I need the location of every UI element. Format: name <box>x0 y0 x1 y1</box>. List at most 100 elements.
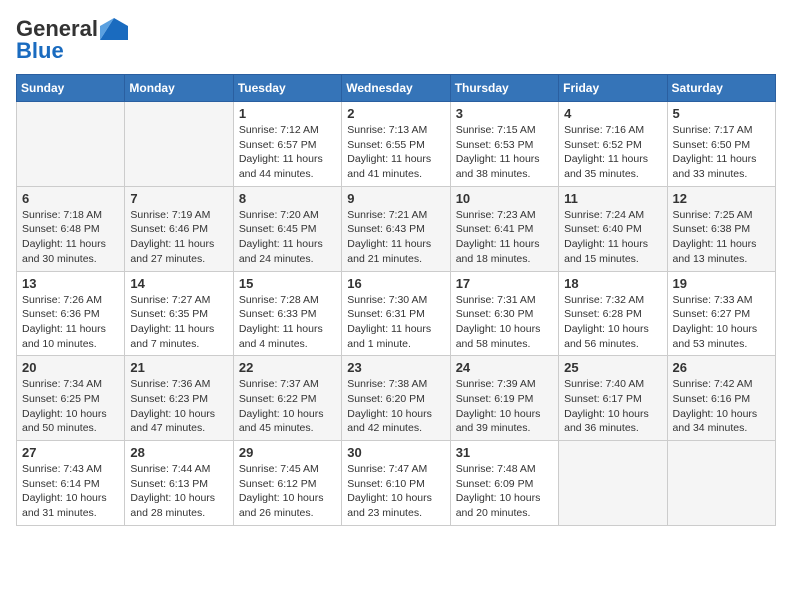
day-number: 24 <box>456 360 553 375</box>
day-number: 19 <box>673 276 770 291</box>
calendar-week-row: 1 Sunrise: 7:12 AMSunset: 6:57 PMDaylight… <box>17 102 776 187</box>
day-number: 17 <box>456 276 553 291</box>
day-number: 31 <box>456 445 553 460</box>
day-info: Sunrise: 7:47 AMSunset: 6:10 PMDaylight:… <box>347 462 444 521</box>
calendar-cell: 15 Sunrise: 7:28 AMSunset: 6:33 PMDayligh… <box>233 271 341 356</box>
calendar-cell: 26 Sunrise: 7:42 AMSunset: 6:16 PMDayligh… <box>667 356 775 441</box>
day-number: 28 <box>130 445 227 460</box>
calendar-cell: 25 Sunrise: 7:40 AMSunset: 6:17 PMDayligh… <box>559 356 667 441</box>
calendar-cell: 5 Sunrise: 7:17 AMSunset: 6:50 PMDaylight… <box>667 102 775 187</box>
day-number: 27 <box>22 445 119 460</box>
calendar-cell: 14 Sunrise: 7:27 AMSunset: 6:35 PMDayligh… <box>125 271 233 356</box>
calendar-cell: 24 Sunrise: 7:39 AMSunset: 6:19 PMDayligh… <box>450 356 558 441</box>
day-info: Sunrise: 7:28 AMSunset: 6:33 PMDaylight:… <box>239 293 336 352</box>
calendar-cell: 7Sunrise: 7:19 AMSunset: 6:46 PMDaylight… <box>125 186 233 271</box>
logo: General Blue <box>16 16 128 64</box>
calendar-cell: 1 Sunrise: 7:12 AMSunset: 6:57 PMDaylight… <box>233 102 341 187</box>
calendar-cell <box>667 441 775 526</box>
calendar-cell: 19 Sunrise: 7:33 AMSunset: 6:27 PMDayligh… <box>667 271 775 356</box>
weekday-header-saturday: Saturday <box>667 75 775 102</box>
day-number: 29 <box>239 445 336 460</box>
day-info: Sunrise: 7:33 AMSunset: 6:27 PMDaylight:… <box>673 293 770 352</box>
calendar-cell: 18 Sunrise: 7:32 AMSunset: 6:28 PMDayligh… <box>559 271 667 356</box>
day-info: Sunrise: 7:13 AMSunset: 6:55 PMDaylight:… <box>347 123 444 182</box>
day-number: 1 <box>239 106 336 121</box>
calendar-week-row: 20 Sunrise: 7:34 AMSunset: 6:25 PMDayligh… <box>17 356 776 441</box>
day-info: Sunrise: 7:20 AMSunset: 6:45 PMDaylight:… <box>239 208 336 267</box>
day-info: Sunrise: 7:30 AMSunset: 6:31 PMDaylight:… <box>347 293 444 352</box>
day-number: 6 <box>22 191 119 206</box>
calendar-week-row: 6Sunrise: 7:18 AMSunset: 6:48 PMDaylight… <box>17 186 776 271</box>
day-info: Sunrise: 7:27 AMSunset: 6:35 PMDaylight:… <box>130 293 227 352</box>
day-number: 15 <box>239 276 336 291</box>
calendar-cell <box>559 441 667 526</box>
day-number: 8 <box>239 191 336 206</box>
day-info: Sunrise: 7:40 AMSunset: 6:17 PMDaylight:… <box>564 377 661 436</box>
day-number: 12 <box>673 191 770 206</box>
day-number: 5 <box>673 106 770 121</box>
calendar-week-row: 13 Sunrise: 7:26 AMSunset: 6:36 PMDayligh… <box>17 271 776 356</box>
day-info: Sunrise: 7:34 AMSunset: 6:25 PMDaylight:… <box>22 377 119 436</box>
calendar-cell: 13 Sunrise: 7:26 AMSunset: 6:36 PMDayligh… <box>17 271 125 356</box>
weekday-header-row: SundayMondayTuesdayWednesdayThursdayFrid… <box>17 75 776 102</box>
day-number: 10 <box>456 191 553 206</box>
calendar-cell: 12 Sunrise: 7:25 AMSunset: 6:38 PMDayligh… <box>667 186 775 271</box>
day-info: Sunrise: 7:43 AMSunset: 6:14 PMDaylight:… <box>22 462 119 521</box>
day-info: Sunrise: 7:24 AMSunset: 6:40 PMDaylight:… <box>564 208 661 267</box>
logo-icon <box>100 18 128 40</box>
day-number: 3 <box>456 106 553 121</box>
calendar-cell: 3 Sunrise: 7:15 AMSunset: 6:53 PMDaylight… <box>450 102 558 187</box>
day-number: 7 <box>130 191 227 206</box>
calendar-cell: 27 Sunrise: 7:43 AMSunset: 6:14 PMDayligh… <box>17 441 125 526</box>
day-info: Sunrise: 7:48 AMSunset: 6:09 PMDaylight:… <box>456 462 553 521</box>
calendar-cell <box>125 102 233 187</box>
calendar-cell: 22 Sunrise: 7:37 AMSunset: 6:22 PMDayligh… <box>233 356 341 441</box>
day-info: Sunrise: 7:36 AMSunset: 6:23 PMDaylight:… <box>130 377 227 436</box>
weekday-header-tuesday: Tuesday <box>233 75 341 102</box>
weekday-header-wednesday: Wednesday <box>342 75 450 102</box>
day-info: Sunrise: 7:39 AMSunset: 6:19 PMDaylight:… <box>456 377 553 436</box>
calendar-week-row: 27 Sunrise: 7:43 AMSunset: 6:14 PMDayligh… <box>17 441 776 526</box>
day-info: Sunrise: 7:26 AMSunset: 6:36 PMDaylight:… <box>22 293 119 352</box>
calendar-cell: 10 Sunrise: 7:23 AMSunset: 6:41 PMDayligh… <box>450 186 558 271</box>
day-info: Sunrise: 7:37 AMSunset: 6:22 PMDaylight:… <box>239 377 336 436</box>
weekday-header-sunday: Sunday <box>17 75 125 102</box>
day-number: 18 <box>564 276 661 291</box>
calendar-cell: 29 Sunrise: 7:45 AMSunset: 6:12 PMDayligh… <box>233 441 341 526</box>
day-info: Sunrise: 7:45 AMSunset: 6:12 PMDaylight:… <box>239 462 336 521</box>
day-number: 14 <box>130 276 227 291</box>
day-info: Sunrise: 7:23 AMSunset: 6:41 PMDaylight:… <box>456 208 553 267</box>
day-info: Sunrise: 7:25 AMSunset: 6:38 PMDaylight:… <box>673 208 770 267</box>
day-info: Sunrise: 7:21 AMSunset: 6:43 PMDaylight:… <box>347 208 444 267</box>
calendar-cell: 20 Sunrise: 7:34 AMSunset: 6:25 PMDayligh… <box>17 356 125 441</box>
day-info: Sunrise: 7:32 AMSunset: 6:28 PMDaylight:… <box>564 293 661 352</box>
calendar-cell: 21Sunrise: 7:36 AMSunset: 6:23 PMDayligh… <box>125 356 233 441</box>
calendar-cell: 4 Sunrise: 7:16 AMSunset: 6:52 PMDaylight… <box>559 102 667 187</box>
day-number: 11 <box>564 191 661 206</box>
day-number: 16 <box>347 276 444 291</box>
day-number: 25 <box>564 360 661 375</box>
calendar-cell: 11 Sunrise: 7:24 AMSunset: 6:40 PMDayligh… <box>559 186 667 271</box>
day-number: 4 <box>564 106 661 121</box>
page-header: General Blue <box>16 16 776 64</box>
day-number: 26 <box>673 360 770 375</box>
day-info: Sunrise: 7:15 AMSunset: 6:53 PMDaylight:… <box>456 123 553 182</box>
day-number: 23 <box>347 360 444 375</box>
calendar-cell: 28 Sunrise: 7:44 AMSunset: 6:13 PMDayligh… <box>125 441 233 526</box>
calendar-cell: 30 Sunrise: 7:47 AMSunset: 6:10 PMDayligh… <box>342 441 450 526</box>
day-number: 30 <box>347 445 444 460</box>
day-info: Sunrise: 7:44 AMSunset: 6:13 PMDaylight:… <box>130 462 227 521</box>
day-info: Sunrise: 7:12 AMSunset: 6:57 PMDaylight:… <box>239 123 336 182</box>
calendar-cell: 23 Sunrise: 7:38 AMSunset: 6:20 PMDayligh… <box>342 356 450 441</box>
day-number: 13 <box>22 276 119 291</box>
day-number: 20 <box>22 360 119 375</box>
day-number: 22 <box>239 360 336 375</box>
weekday-header-monday: Monday <box>125 75 233 102</box>
day-info: Sunrise: 7:42 AMSunset: 6:16 PMDaylight:… <box>673 377 770 436</box>
day-info: Sunrise: 7:38 AMSunset: 6:20 PMDaylight:… <box>347 377 444 436</box>
calendar-cell: 2Sunrise: 7:13 AMSunset: 6:55 PMDaylight… <box>342 102 450 187</box>
day-info: Sunrise: 7:16 AMSunset: 6:52 PMDaylight:… <box>564 123 661 182</box>
day-number: 9 <box>347 191 444 206</box>
day-info: Sunrise: 7:17 AMSunset: 6:50 PMDaylight:… <box>673 123 770 182</box>
logo-blue-text: Blue <box>16 38 64 64</box>
